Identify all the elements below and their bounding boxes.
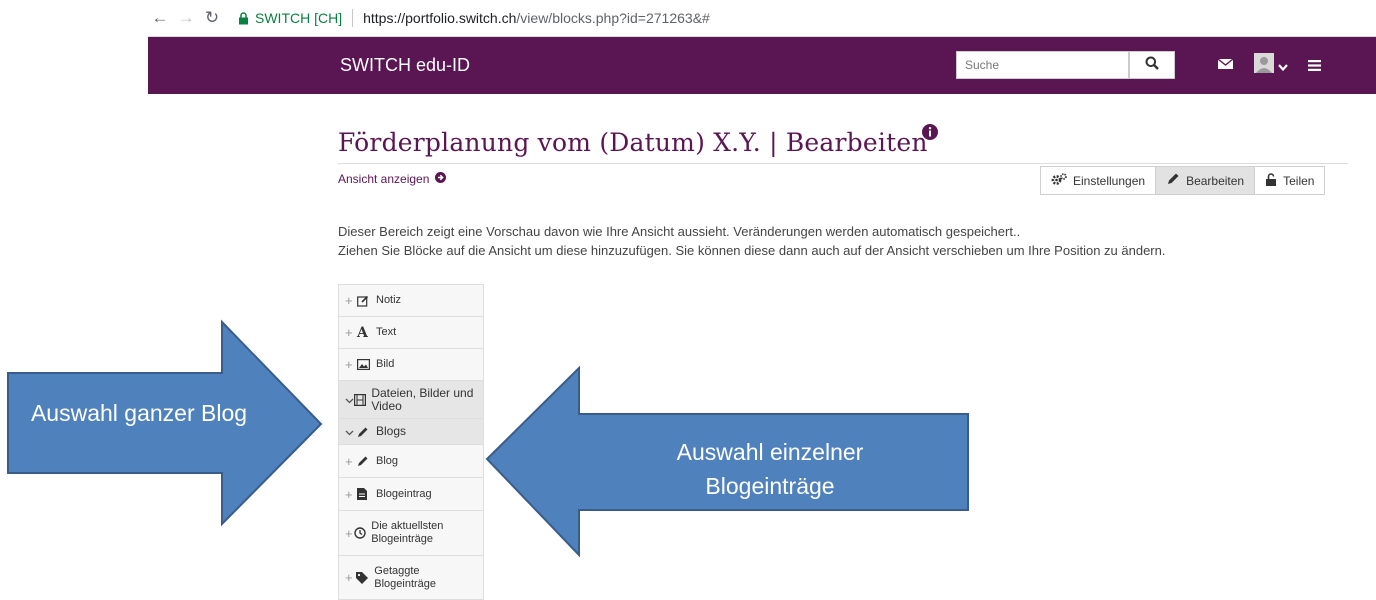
callout-left-text: Auswahl ganzer Blog [30, 400, 248, 426]
callout-arrows [7, 319, 969, 558]
callout-right-text: Auswahl einzelner Blogeinträge [676, 439, 864, 499]
